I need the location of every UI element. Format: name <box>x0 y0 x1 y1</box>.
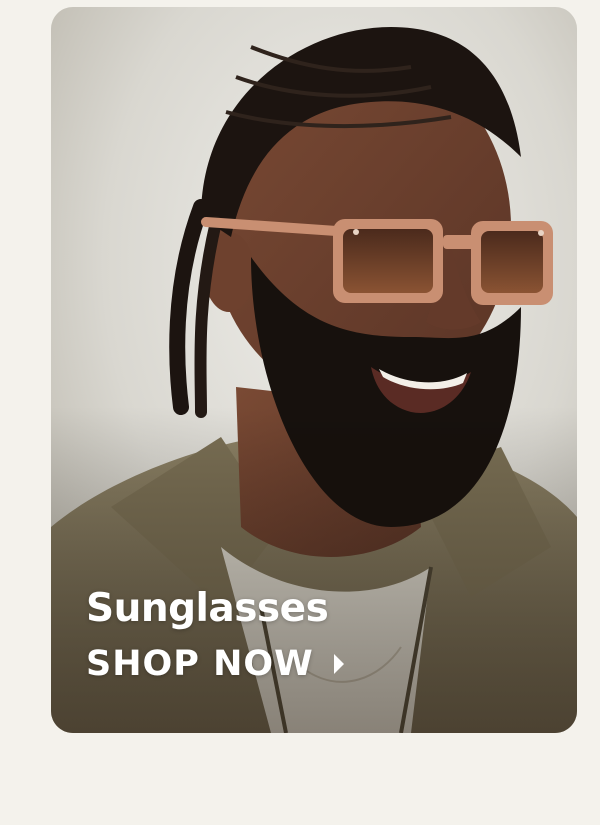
category-title: Sunglasses <box>86 586 329 631</box>
shop-now-label: SHOP NOW <box>86 644 314 684</box>
shop-now-link[interactable]: SHOP NOW <box>86 642 344 686</box>
sunglasses-promo-card[interactable]: Sunglasses SHOP NOW <box>51 7 577 733</box>
chevron-right-icon <box>333 654 344 674</box>
promo-caption: Sunglasses SHOP NOW <box>86 582 344 686</box>
